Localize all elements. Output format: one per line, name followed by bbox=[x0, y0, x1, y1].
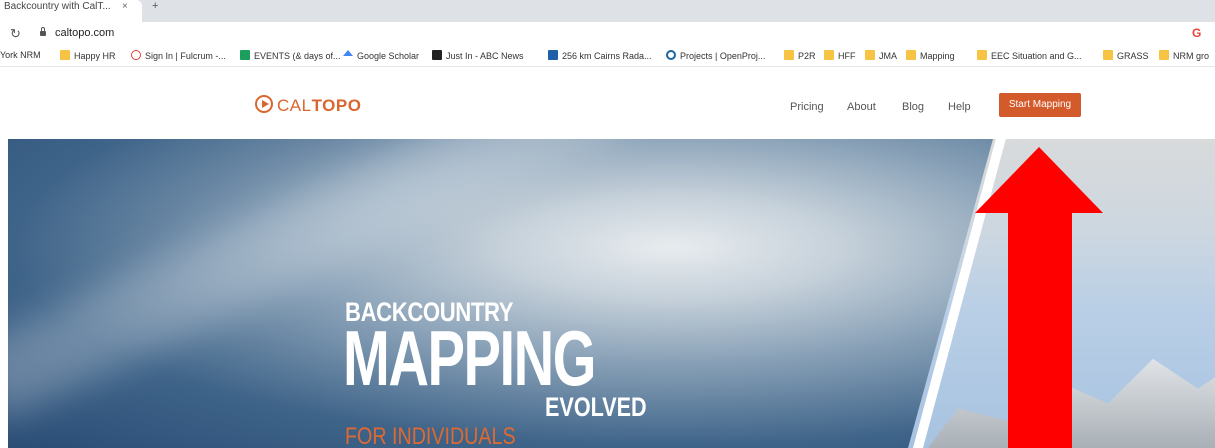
red-arrow-annotation-icon bbox=[975, 147, 1103, 448]
bookmark-label: York NRM bbox=[0, 50, 41, 60]
lock-icon[interactable] bbox=[40, 27, 46, 36]
abc-icon bbox=[432, 50, 442, 60]
bookmark-label: GRASS bbox=[1117, 51, 1149, 61]
bookmark-label: Google Scholar bbox=[357, 51, 420, 61]
bookmark-fulcrum[interactable]: Sign In | Fulcrum -... bbox=[131, 50, 226, 61]
tab-close-icon[interactable]: × bbox=[122, 0, 128, 14]
bookmark-label: Projects | OpenProj... bbox=[680, 51, 766, 61]
bookmark-label: NRM gro bbox=[1173, 51, 1210, 61]
folder-icon bbox=[1103, 50, 1113, 60]
folder-icon bbox=[906, 50, 916, 60]
play-logo-icon bbox=[255, 95, 273, 113]
caltopo-page: CALTOPO Pricing About Blog Help Start Ma… bbox=[0, 67, 1215, 448]
bookmark-cairns-radar[interactable]: 256 km Cairns Rada... bbox=[548, 50, 652, 61]
hero-banner: BACKCOUNTRY MAPPING EVOLVED FOR INDIVIDU… bbox=[8, 139, 1215, 448]
hero-line-evolved: EVOLVED bbox=[545, 392, 647, 422]
nav-blog[interactable]: Blog bbox=[902, 101, 924, 113]
site-header: CALTOPO Pricing About Blog Help Start Ma… bbox=[0, 67, 1215, 139]
bookmark-nrm-gro[interactable]: NRM gro bbox=[1159, 50, 1209, 61]
nav-pricing[interactable]: Pricing bbox=[790, 101, 824, 113]
folder-icon bbox=[60, 50, 70, 60]
nav-help[interactable]: Help bbox=[948, 101, 971, 113]
bookmark-label: P2R bbox=[798, 51, 816, 61]
bookmark-label: Mapping bbox=[920, 51, 955, 61]
bookmark-label: Just In - ABC News bbox=[446, 51, 524, 61]
bookmark-label: JMA bbox=[879, 51, 897, 61]
folder-icon bbox=[1159, 50, 1169, 60]
openproject-icon bbox=[666, 50, 676, 60]
bookmark-abc-news[interactable]: Just In - ABC News bbox=[432, 50, 524, 61]
calendar-icon bbox=[240, 50, 250, 60]
bookmark-events[interactable]: EVENTS (& days of... bbox=[240, 50, 341, 61]
bookmark-label: EVENTS (& days of... bbox=[254, 51, 341, 61]
bookmark-label: Happy HR bbox=[74, 51, 116, 61]
logo-light: CAL bbox=[277, 96, 312, 115]
bookmark-label: HFF bbox=[838, 51, 856, 61]
folder-icon bbox=[784, 50, 794, 60]
bookmark-mapping[interactable]: Mapping bbox=[906, 50, 955, 61]
folder-icon bbox=[977, 50, 987, 60]
bookmark-google-scholar[interactable]: Google Scholar bbox=[343, 50, 419, 61]
nav-about[interactable]: About bbox=[847, 101, 876, 113]
bookmark-openproject[interactable]: Projects | OpenProj... bbox=[666, 50, 765, 61]
folder-icon bbox=[865, 50, 875, 60]
bookmark-eec[interactable]: EEC Situation and G... bbox=[977, 50, 1082, 61]
new-tab-button[interactable]: + bbox=[152, 0, 158, 12]
hero-line-mapping: MAPPING bbox=[343, 314, 596, 402]
tab-title: Backcountry with CalT... bbox=[4, 1, 111, 12]
scholar-icon bbox=[343, 50, 353, 56]
bookmark-label: 256 km Cairns Rada... bbox=[562, 51, 652, 61]
fulcrum-icon bbox=[131, 50, 141, 60]
logo-bold: TOPO bbox=[311, 96, 362, 115]
hero-line-for-individuals: FOR INDIVIDUALS bbox=[345, 423, 516, 448]
logo-wordmark: CALTOPO bbox=[277, 96, 361, 116]
bookmark-label: Sign In | Fulcrum -... bbox=[145, 51, 226, 61]
address-bar: ↻ caltopo.com G bbox=[0, 22, 1215, 46]
bookmarks-bar: York NRM Happy HR Sign In | Fulcrum -...… bbox=[0, 46, 1215, 67]
bom-icon bbox=[548, 50, 558, 60]
bookmark-hff[interactable]: HFF bbox=[824, 50, 856, 61]
bookmark-grass[interactable]: GRASS bbox=[1103, 50, 1149, 61]
bookmark-happy-hr[interactable]: Happy HR bbox=[60, 50, 116, 61]
bookmark-p2r[interactable]: P2R bbox=[784, 50, 816, 61]
folder-icon bbox=[824, 50, 834, 60]
bookmark-jma[interactable]: JMA bbox=[865, 50, 897, 61]
url-field[interactable]: caltopo.com bbox=[55, 27, 114, 39]
browser-tab-strip: Backcountry with CalT... × + bbox=[0, 0, 1215, 22]
browser-tab[interactable]: Backcountry with CalT... × bbox=[0, 0, 142, 22]
start-mapping-button[interactable]: Start Mapping bbox=[999, 93, 1081, 117]
bookmark-label: EEC Situation and G... bbox=[991, 51, 1082, 61]
bookmark-york-nrm[interactable]: York NRM bbox=[0, 50, 41, 60]
reload-icon[interactable]: ↻ bbox=[10, 26, 21, 42]
google-account-icon[interactable]: G bbox=[1192, 26, 1201, 40]
